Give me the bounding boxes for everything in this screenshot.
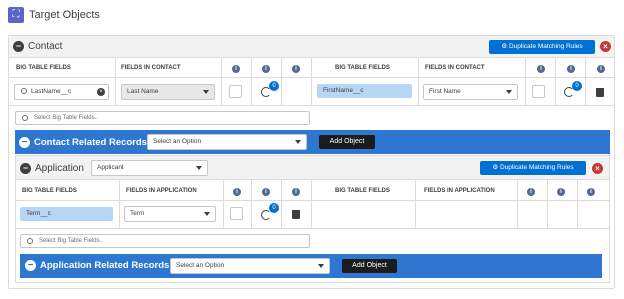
duplicate-matching-rules-label-2: Duplicate Matching Rules xyxy=(499,164,574,171)
info-icon[interactable]: i xyxy=(527,188,535,196)
application-type-select[interactable]: Applicant xyxy=(91,160,208,176)
col-divider xyxy=(281,58,282,105)
info-icon[interactable]: i xyxy=(587,188,595,196)
duplicate-matching-rules-button[interactable]: ⚙ Duplicate Matching Rules xyxy=(489,40,595,54)
contact-related-select[interactable]: Select an Option xyxy=(147,134,307,150)
big-table-field-pill[interactable]: FirstName__c xyxy=(317,84,412,98)
big-table-search-input[interactable]: Select Big Table Fields.. xyxy=(15,111,310,125)
app-related-select-value: Select an Option xyxy=(176,262,225,269)
info-icon[interactable]: i xyxy=(537,65,545,73)
chevron-down-icon xyxy=(318,264,324,268)
app-search-placeholder: Select Big Table Fields.. xyxy=(39,238,103,244)
duplicate-icon: ⚙ xyxy=(492,164,500,171)
col-divider xyxy=(415,180,416,228)
info-icon[interactable]: i xyxy=(232,65,240,73)
search-icon xyxy=(21,88,27,94)
col-header-big-table-fields: BIG TABLE FIELDS xyxy=(16,65,71,71)
big-table-field-value: LastName__c xyxy=(31,88,72,95)
add-object-button-2[interactable]: Add Object xyxy=(342,259,397,273)
clear-input-icon[interactable]: × xyxy=(97,88,105,96)
application-type-value: Applicant xyxy=(97,164,124,171)
delete-row-icon[interactable] xyxy=(292,210,300,219)
col-divider xyxy=(418,58,419,105)
page-title: Target Objects xyxy=(29,9,100,21)
app-big-table-search-input[interactable]: Select Big Table Fields.. xyxy=(20,234,310,248)
col-divider xyxy=(251,180,252,228)
count-badge: 0 xyxy=(269,81,279,91)
info-icon[interactable]: i xyxy=(262,188,270,196)
app-count-badge: 0 xyxy=(269,203,279,213)
chevron-down-icon xyxy=(196,166,202,170)
application-field-value: Term xyxy=(130,210,145,217)
col-divider xyxy=(585,58,586,105)
search-icon xyxy=(27,238,33,244)
info-icon[interactable]: i xyxy=(233,188,241,196)
col-divider xyxy=(251,58,252,105)
chevron-down-icon xyxy=(295,140,301,144)
chevron-down-icon xyxy=(203,90,209,94)
application-field-select[interactable]: Term xyxy=(124,206,216,222)
duplicate-matching-rules-label: Duplicate Matching Rules xyxy=(508,43,583,50)
search-icon xyxy=(22,115,28,121)
application-section-title: Application xyxy=(35,163,84,174)
col-divider xyxy=(525,58,526,105)
contact-related-title: Contact Related Records xyxy=(34,137,147,148)
info-icon[interactable]: i xyxy=(567,65,575,73)
chevron-down-icon xyxy=(204,212,210,216)
col-header-big-table-fields-app-2: BIG TABLE FIELDS xyxy=(335,188,390,194)
delete-row-icon[interactable] xyxy=(596,88,604,97)
contact-section-title: Contact xyxy=(28,41,63,52)
table-divider xyxy=(16,228,609,229)
collapse-app-related-icon[interactable]: − xyxy=(25,260,36,271)
contact-field-value-2: First Name xyxy=(429,88,461,95)
application-related-title: Application Related Records xyxy=(40,260,170,271)
add-object-button[interactable]: Add Object xyxy=(319,135,375,149)
table-divider xyxy=(9,105,614,106)
col-header-fields-in-contact-2: FIELDS IN CONTACT xyxy=(425,65,485,71)
col-divider xyxy=(311,180,312,228)
col-divider xyxy=(547,180,548,228)
col-header-fields-in-application: FIELDS IN APPLICATION xyxy=(126,188,197,194)
col-divider xyxy=(517,180,518,228)
match-checkbox-2[interactable] xyxy=(532,85,545,98)
target-objects-icon: ⛶ xyxy=(8,7,24,23)
duplicate-matching-rules-button-2[interactable]: ⚙ Duplicate Matching Rules xyxy=(480,161,586,175)
col-divider xyxy=(115,58,116,105)
contact-field-value: Last Name xyxy=(127,88,159,95)
col-divider xyxy=(223,180,224,228)
match-checkbox[interactable] xyxy=(229,85,242,98)
search-placeholder: Select Big Table Fields.. xyxy=(34,115,98,121)
info-icon[interactable]: i xyxy=(292,188,300,196)
collapse-contact-icon[interactable]: − xyxy=(13,41,24,52)
col-divider xyxy=(555,58,556,105)
col-header-fields-in-contact: FIELDS IN CONTACT xyxy=(121,65,181,71)
app-big-table-field-pill[interactable]: Term__c xyxy=(20,207,113,221)
col-divider xyxy=(119,180,120,228)
col-divider xyxy=(221,58,222,105)
app-match-checkbox[interactable] xyxy=(230,207,243,220)
contact-field-select[interactable]: Last Name xyxy=(121,84,215,100)
collapse-related-icon[interactable]: − xyxy=(19,137,30,148)
info-icon[interactable]: i xyxy=(292,65,300,73)
info-icon[interactable]: i xyxy=(597,65,605,73)
count-badge-2: 0 xyxy=(572,81,582,91)
info-icon[interactable]: i xyxy=(557,188,565,196)
application-related-select[interactable]: Select an Option xyxy=(170,258,330,274)
collapse-application-icon[interactable]: − xyxy=(20,163,31,174)
col-divider xyxy=(281,180,282,228)
table-divider xyxy=(16,200,609,201)
duplicate-icon: ⚙ xyxy=(501,43,509,50)
col-header-big-table-fields-2: BIG TABLE FIELDS xyxy=(335,65,390,71)
big-table-field-input[interactable]: LastName__c xyxy=(14,84,109,100)
col-header-big-table-fields-app: BIG TABLE FIELDS xyxy=(22,188,77,194)
remove-application-icon[interactable]: × xyxy=(592,163,603,174)
info-icon[interactable]: i xyxy=(262,65,270,73)
remove-contact-icon[interactable]: × xyxy=(600,41,611,52)
chevron-down-icon xyxy=(506,90,512,94)
col-divider xyxy=(577,180,578,228)
related-select-value: Select an Option xyxy=(153,138,202,145)
col-header-fields-in-application-2: FIELDS IN APPLICATION xyxy=(424,188,495,194)
col-divider xyxy=(311,58,312,105)
contact-field-select-2[interactable]: First Name xyxy=(423,84,518,100)
